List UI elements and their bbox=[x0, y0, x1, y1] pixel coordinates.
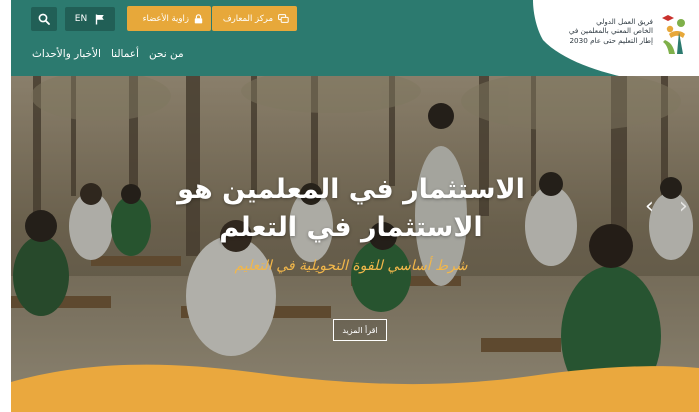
logo-line: الخاص المعني بالمعلمين في bbox=[568, 26, 653, 36]
members-corner-button[interactable]: زاوية الأعضاء bbox=[127, 6, 211, 31]
search-button[interactable] bbox=[31, 7, 57, 31]
nav-item-news-events[interactable]: الأخبار والأحداث bbox=[32, 48, 101, 64]
logo-line: فريق العمل الدولي bbox=[596, 17, 653, 26]
hero-banner: الاستثمار في المعلمين هو الاستثمار في ال… bbox=[11, 76, 699, 412]
flag-icon bbox=[96, 14, 105, 24]
logo-area[interactable]: فريق العمل الدولي الخاص المعني بالمعلمين… bbox=[533, 0, 699, 86]
chevron-right-icon[interactable]: › bbox=[679, 196, 688, 218]
logo-text: فريق العمل الدولي الخاص المعني بالمعلمين… bbox=[563, 17, 653, 45]
members-corner-label: زاوية الأعضاء bbox=[142, 13, 189, 24]
search-icon bbox=[38, 13, 50, 25]
knowledge-center-button[interactable]: مركز المعارف bbox=[212, 6, 297, 31]
hero-subtitle: شرط أساسي للقوة التحويلية في التعليم bbox=[234, 258, 468, 274]
bottom-wave-shape bbox=[11, 364, 699, 412]
main-navigation: من نحن أعمالنا الأخبار والأحداث bbox=[32, 48, 184, 64]
nav-item-our-work[interactable]: أعمالنا bbox=[111, 48, 139, 64]
lock-icon bbox=[194, 13, 203, 23]
hero-headline-line: الاستثمار في التعلم bbox=[219, 212, 483, 243]
language-switch-button[interactable]: EN bbox=[65, 7, 115, 31]
hero-headline-line: الاستثمار في المعلمين هو bbox=[177, 174, 525, 205]
page-frame: EN زاوية الأعضاء مركز المعارف من نحن أعم… bbox=[11, 0, 699, 412]
language-label: EN bbox=[74, 14, 88, 24]
logo-line: إطار التعليم حتى عام 2030 bbox=[569, 35, 653, 45]
hero-headline: الاستثمار في المعلمين هو الاستثمار في ال… bbox=[161, 171, 541, 247]
logo-icon bbox=[662, 15, 685, 54]
chat-icon bbox=[278, 13, 289, 23]
read-more-button[interactable]: اقرأ المزيد bbox=[333, 319, 387, 341]
knowledge-center-label: مركز المعارف bbox=[222, 13, 273, 24]
nav-item-about[interactable]: من نحن bbox=[149, 48, 184, 64]
chevron-left-icon[interactable]: ‹ bbox=[645, 196, 654, 218]
